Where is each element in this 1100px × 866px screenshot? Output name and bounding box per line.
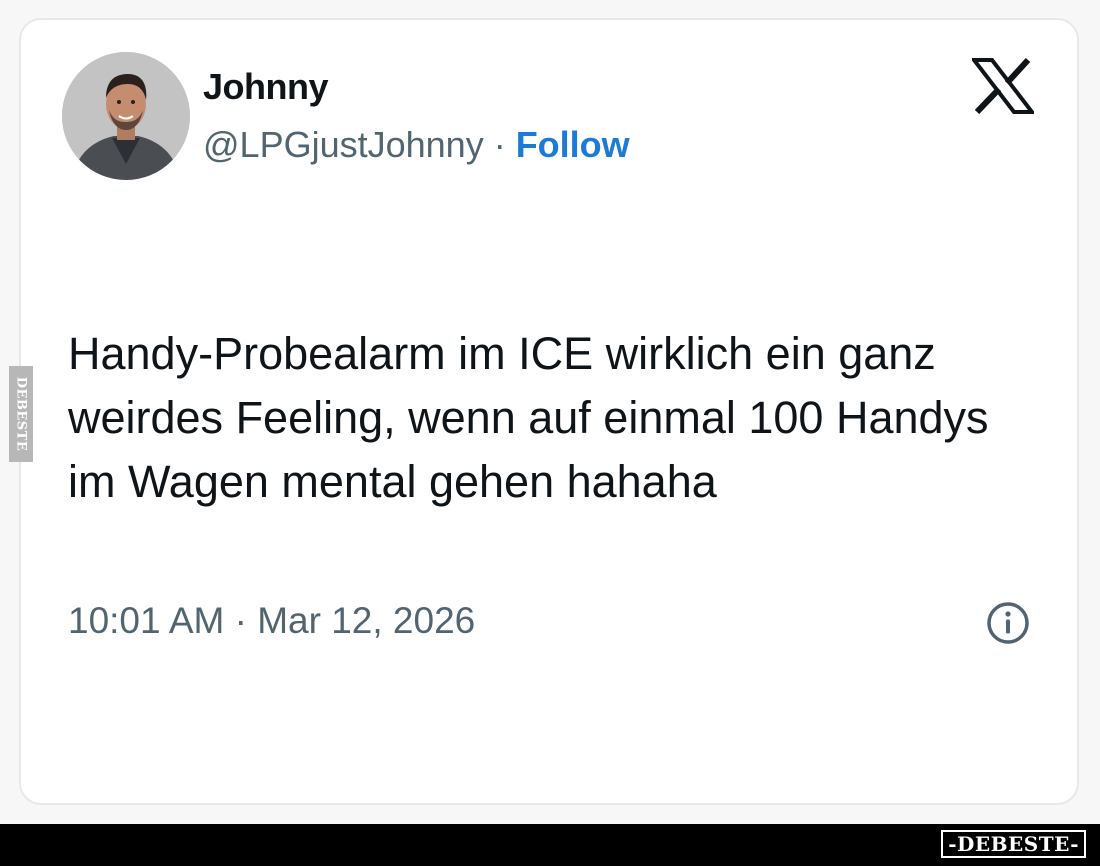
avatar-image bbox=[62, 52, 190, 180]
author-handle[interactable]: @LPGjustJohnny bbox=[203, 124, 484, 165]
follow-button[interactable]: Follow bbox=[516, 124, 630, 165]
handle-row: @LPGjustJohnny · Follow bbox=[203, 124, 630, 166]
tweet-text: Handy-Probealarm im ICE wirklich ein gan… bbox=[68, 328, 989, 507]
bottom-bar: -DEBESTE- bbox=[0, 824, 1100, 866]
side-watermark-text: DEBESTE bbox=[13, 376, 29, 452]
info-icon[interactable] bbox=[985, 600, 1031, 646]
x-logo-icon[interactable] bbox=[969, 57, 1037, 115]
brand-badge[interactable]: -DEBESTE- bbox=[941, 830, 1086, 858]
tweet-timestamp[interactable]: 10:01 AM · Mar 12, 2026 bbox=[68, 600, 475, 642]
author-name[interactable]: Johnny bbox=[203, 66, 329, 108]
page: Johnny @LPGjustJohnny · Follow Handy-Pro… bbox=[0, 0, 1100, 866]
avatar[interactable] bbox=[62, 52, 190, 180]
separator-dot: · bbox=[483, 124, 516, 165]
side-watermark: DEBESTE bbox=[9, 366, 33, 462]
